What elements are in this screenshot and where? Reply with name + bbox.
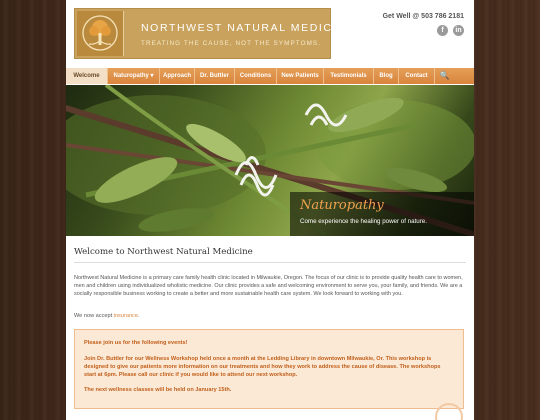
accept-suffix: . bbox=[137, 313, 140, 319]
nav-item-new-patients[interactable]: New Patients bbox=[277, 68, 324, 84]
logo-tagline: TREATING THE CAUSE, NOT THE SYMPTOMS. bbox=[141, 40, 322, 47]
hero-caption: Naturopathy Come experience the healing … bbox=[290, 192, 474, 236]
intro-paragraph: Northwest Natural Medicine is a primary … bbox=[74, 275, 463, 298]
logo-title: NORTHWEST NATURAL MEDICINE bbox=[141, 22, 355, 34]
facebook-icon[interactable]: f bbox=[437, 25, 448, 36]
notice-body: Join Dr. Buttler for our Wellness Worksh… bbox=[84, 356, 441, 378]
hero-banner: Naturopathy Come experience the healing … bbox=[66, 85, 474, 236]
events-notice: Please join us for the following events!… bbox=[74, 329, 464, 409]
insurance-line: We now accept insurance. bbox=[74, 313, 140, 319]
page-container: NORTHWEST NATURAL MEDICINE TREATING THE … bbox=[66, 0, 474, 420]
nav-item-dr-buttler[interactable]: Dr. Buttler bbox=[195, 68, 235, 84]
nav-item-welcome[interactable]: Welcome bbox=[66, 68, 108, 84]
nav-item-approach[interactable]: Approach bbox=[160, 68, 195, 84]
main-nav: Welcome Naturopathy ▾ Approach Dr. Buttl… bbox=[66, 68, 474, 84]
nav-item-contact[interactable]: Contact bbox=[399, 68, 435, 84]
notice-date: The next wellness classes will be held o… bbox=[84, 387, 232, 393]
search-icon[interactable]: 🔍 bbox=[435, 68, 454, 84]
linkedin-icon[interactable]: in bbox=[453, 25, 464, 36]
notice-heading: Please join us for the following events! bbox=[84, 340, 188, 346]
nav-item-testimonials[interactable]: Testimonials bbox=[324, 68, 374, 84]
contact-phone: Get Well @ 503 786 2181 bbox=[382, 13, 464, 20]
insurance-link[interactable]: insurance bbox=[114, 313, 138, 319]
nav-item-naturopathy[interactable]: Naturopathy ▾ bbox=[108, 68, 160, 84]
caption-subtitle: Come experience the healing power of nat… bbox=[300, 218, 427, 225]
site-logo[interactable]: NORTHWEST NATURAL MEDICINE TREATING THE … bbox=[74, 8, 353, 59]
social-links: f in bbox=[437, 25, 464, 36]
accept-prefix: We now accept bbox=[74, 313, 114, 319]
caption-title: Naturopathy bbox=[300, 198, 384, 213]
nav-item-conditions[interactable]: Conditions bbox=[235, 68, 277, 84]
page-title: Welcome to Northwest Natural Medicine bbox=[74, 247, 466, 263]
nav-item-blog[interactable]: Blog bbox=[374, 68, 399, 84]
tree-emblem-icon bbox=[77, 11, 124, 56]
